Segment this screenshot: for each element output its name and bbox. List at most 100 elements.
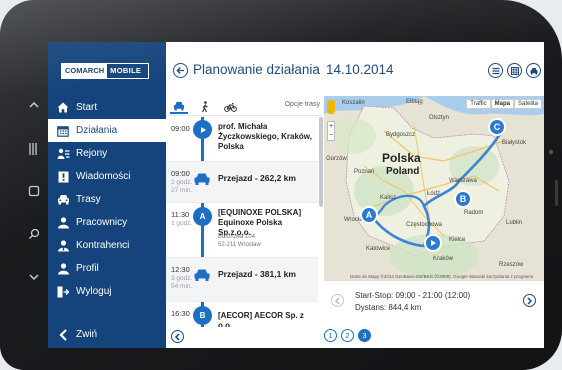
city-label: Kraków — [433, 256, 454, 262]
timeline-entry[interactable]: 09:00 prof. Michała Życzkowskiego, Krakó… — [166, 117, 318, 162]
map-type-map[interactable]: Mapa — [490, 99, 514, 109]
traffic-toggle[interactable]: Traffic — [466, 99, 491, 109]
page-button-2[interactable]: 2 — [341, 329, 354, 342]
route-timeline: 09:00 prof. Michała Życzkowskiego, Krakó… — [166, 117, 318, 327]
sidebar: COMARCH MOBILE Start Działania Rejony Wi… — [48, 42, 166, 348]
mode-bike-tab[interactable] — [221, 99, 239, 114]
timeline-entry[interactable]: 09:00 2 godz. 27 min. Przejazd - 262,2 k… — [166, 162, 318, 203]
walking-icon — [202, 100, 208, 112]
entry-time: 09:00 — [171, 169, 190, 178]
sidebar-item-trasy[interactable]: Trasy — [48, 188, 166, 211]
collapse-label: Zwiń — [76, 329, 98, 340]
calendar-view-button[interactable] — [507, 63, 522, 78]
waypoint-marker-b: B — [193, 306, 212, 325]
collapse-sidebar-button[interactable]: Zwiń — [48, 323, 166, 346]
segment-label: Przejazd - 262,2 km — [218, 173, 296, 183]
comarch-mobile-logo: COMARCH MOBILE — [61, 63, 149, 79]
arrow-left-icon — [176, 67, 184, 74]
city-label: Poznań — [354, 169, 375, 175]
sidebar-item-label: Profil — [76, 263, 99, 274]
back-button[interactable] — [173, 63, 188, 78]
sidebar-item-profil[interactable]: Profil — [48, 257, 166, 280]
map-credit: Dane do Mapy ©2014 GeoBasis-DE/BKG (©200… — [350, 274, 534, 279]
car-icon — [174, 101, 184, 111]
sidebar-item-rejony[interactable]: Rejony — [48, 142, 166, 165]
sidebar-item-label: Wyloguj — [76, 286, 112, 297]
map-type-satellite[interactable]: Satelita — [513, 99, 542, 109]
map-country-label-en: Poland — [386, 166, 420, 177]
entry-name: prof. Michała Życzkowskiego, Kraków, Pol… — [218, 122, 312, 151]
car-icon — [193, 172, 211, 186]
route-options-link[interactable]: Opcje trasy — [285, 101, 320, 108]
map-type-control[interactable]: Traffic Mapa Satelita — [466, 99, 542, 109]
city-label: Koszalin — [342, 100, 365, 106]
camera-lens — [549, 150, 553, 154]
distance-text: Dystans: 844,4 km — [355, 303, 422, 312]
recent-apps-icon[interactable] — [28, 142, 38, 156]
sidebar-item-wiadomosci[interactable]: Wiadomości — [48, 165, 166, 188]
summary-next-button[interactable] — [523, 294, 536, 307]
sidebar-item-kontrahenci[interactable]: Kontrahenci — [48, 234, 166, 257]
list-view-button[interactable] — [488, 63, 503, 78]
page-button-1[interactable]: 1 — [324, 329, 337, 342]
city-label: Lublin — [506, 220, 523, 226]
transport-mode-bar: Opcje trasy — [166, 96, 324, 116]
sidebar-item-pracownicy[interactable]: Pracownicy — [48, 211, 166, 234]
sidebar-item-wyloguj[interactable]: Wyloguj — [48, 280, 166, 303]
city-label: Olsztyn — [429, 115, 450, 121]
calendar-icon — [56, 125, 70, 137]
city-label: Bydgoszcz — [386, 132, 416, 138]
message-icon — [56, 171, 70, 183]
pegman-icon[interactable] — [327, 100, 335, 114]
mode-car-tab[interactable] — [170, 99, 188, 114]
chevron-up-icon[interactable] — [28, 100, 40, 110]
app-header: Planowanie działania 14.10.2014 — [166, 42, 544, 96]
city-label: Radom — [464, 210, 484, 216]
home-button-icon[interactable] — [28, 185, 40, 197]
city-label: Rzeszów — [499, 262, 524, 268]
sidebar-item-label: Start — [76, 102, 98, 113]
map-pin-c[interactable]: C — [488, 118, 506, 136]
city-label: Białystok — [502, 140, 527, 146]
tablet-frame: COMARCH MOBILE Start Działania Rejony Wi… — [0, 0, 562, 370]
map-pin-start[interactable] — [424, 234, 442, 252]
page-button-3[interactable]: 3 — [358, 329, 371, 342]
app-screen: COMARCH MOBILE Start Działania Rejony Wi… — [48, 42, 544, 348]
entry-time: 16:30 — [171, 309, 190, 318]
segment-label: Przejazd - 381,1 km — [218, 269, 296, 279]
sidebar-item-dzialania[interactable]: Działania — [48, 119, 166, 142]
map-pin-b[interactable]: B — [454, 190, 472, 208]
employees-icon — [56, 216, 70, 229]
car-icon — [530, 67, 537, 75]
panel-footer — [166, 327, 324, 348]
side-button[interactable] — [555, 180, 558, 206]
city-label: Gorzów — [326, 156, 347, 162]
start-stop-text: Start-Stop: 09:00 - 21:00 (12:00) — [355, 291, 471, 300]
zoom-control[interactable]: + − — [327, 121, 335, 141]
route-list-panel: Opcje trasy 09:00 prof. Michała Życzkows… — [166, 96, 324, 348]
city-label: Kalisz — [380, 195, 397, 201]
timeline-entry[interactable]: 11:30 1 godz. A [EQUINOXE POLSKA] Equino… — [166, 203, 318, 258]
car-icon — [193, 268, 211, 282]
city-label: Elbląg — [406, 99, 423, 105]
summary-prev-button[interactable] — [331, 294, 344, 307]
entry-address-street: Buforowa 104 — [218, 234, 256, 240]
mode-walk-tab[interactable] — [196, 99, 214, 114]
list-scrollbar[interactable] — [319, 117, 323, 207]
start-marker — [193, 120, 212, 139]
city-label: Warszawa — [449, 178, 477, 184]
route-map[interactable]: + − Traffic Mapa Satelita Polska Poland K… — [324, 96, 544, 280]
previous-button[interactable] — [171, 330, 184, 343]
sidebar-item-start[interactable]: Start — [48, 96, 166, 119]
route-view-button[interactable] — [526, 63, 541, 78]
map-pin-a[interactable]: A — [360, 206, 378, 224]
timeline-entry[interactable]: 16:30 B [AECOR] AECOR Sp. z o.o. — [166, 302, 318, 327]
sidebar-item-label: Trasy — [76, 194, 101, 205]
regions-icon — [56, 148, 70, 160]
timeline-entry[interactable]: 12:30 3 godz. 54 min. Przejazd - 381,1 k… — [166, 258, 318, 302]
sidebar-item-label: Kontrahenci — [76, 240, 130, 251]
entry-time: 12:30 — [171, 265, 190, 274]
chevron-down-icon[interactable] — [28, 272, 40, 282]
search-icon[interactable] — [28, 228, 40, 240]
page-date[interactable]: 14.10.2014 — [326, 62, 394, 77]
